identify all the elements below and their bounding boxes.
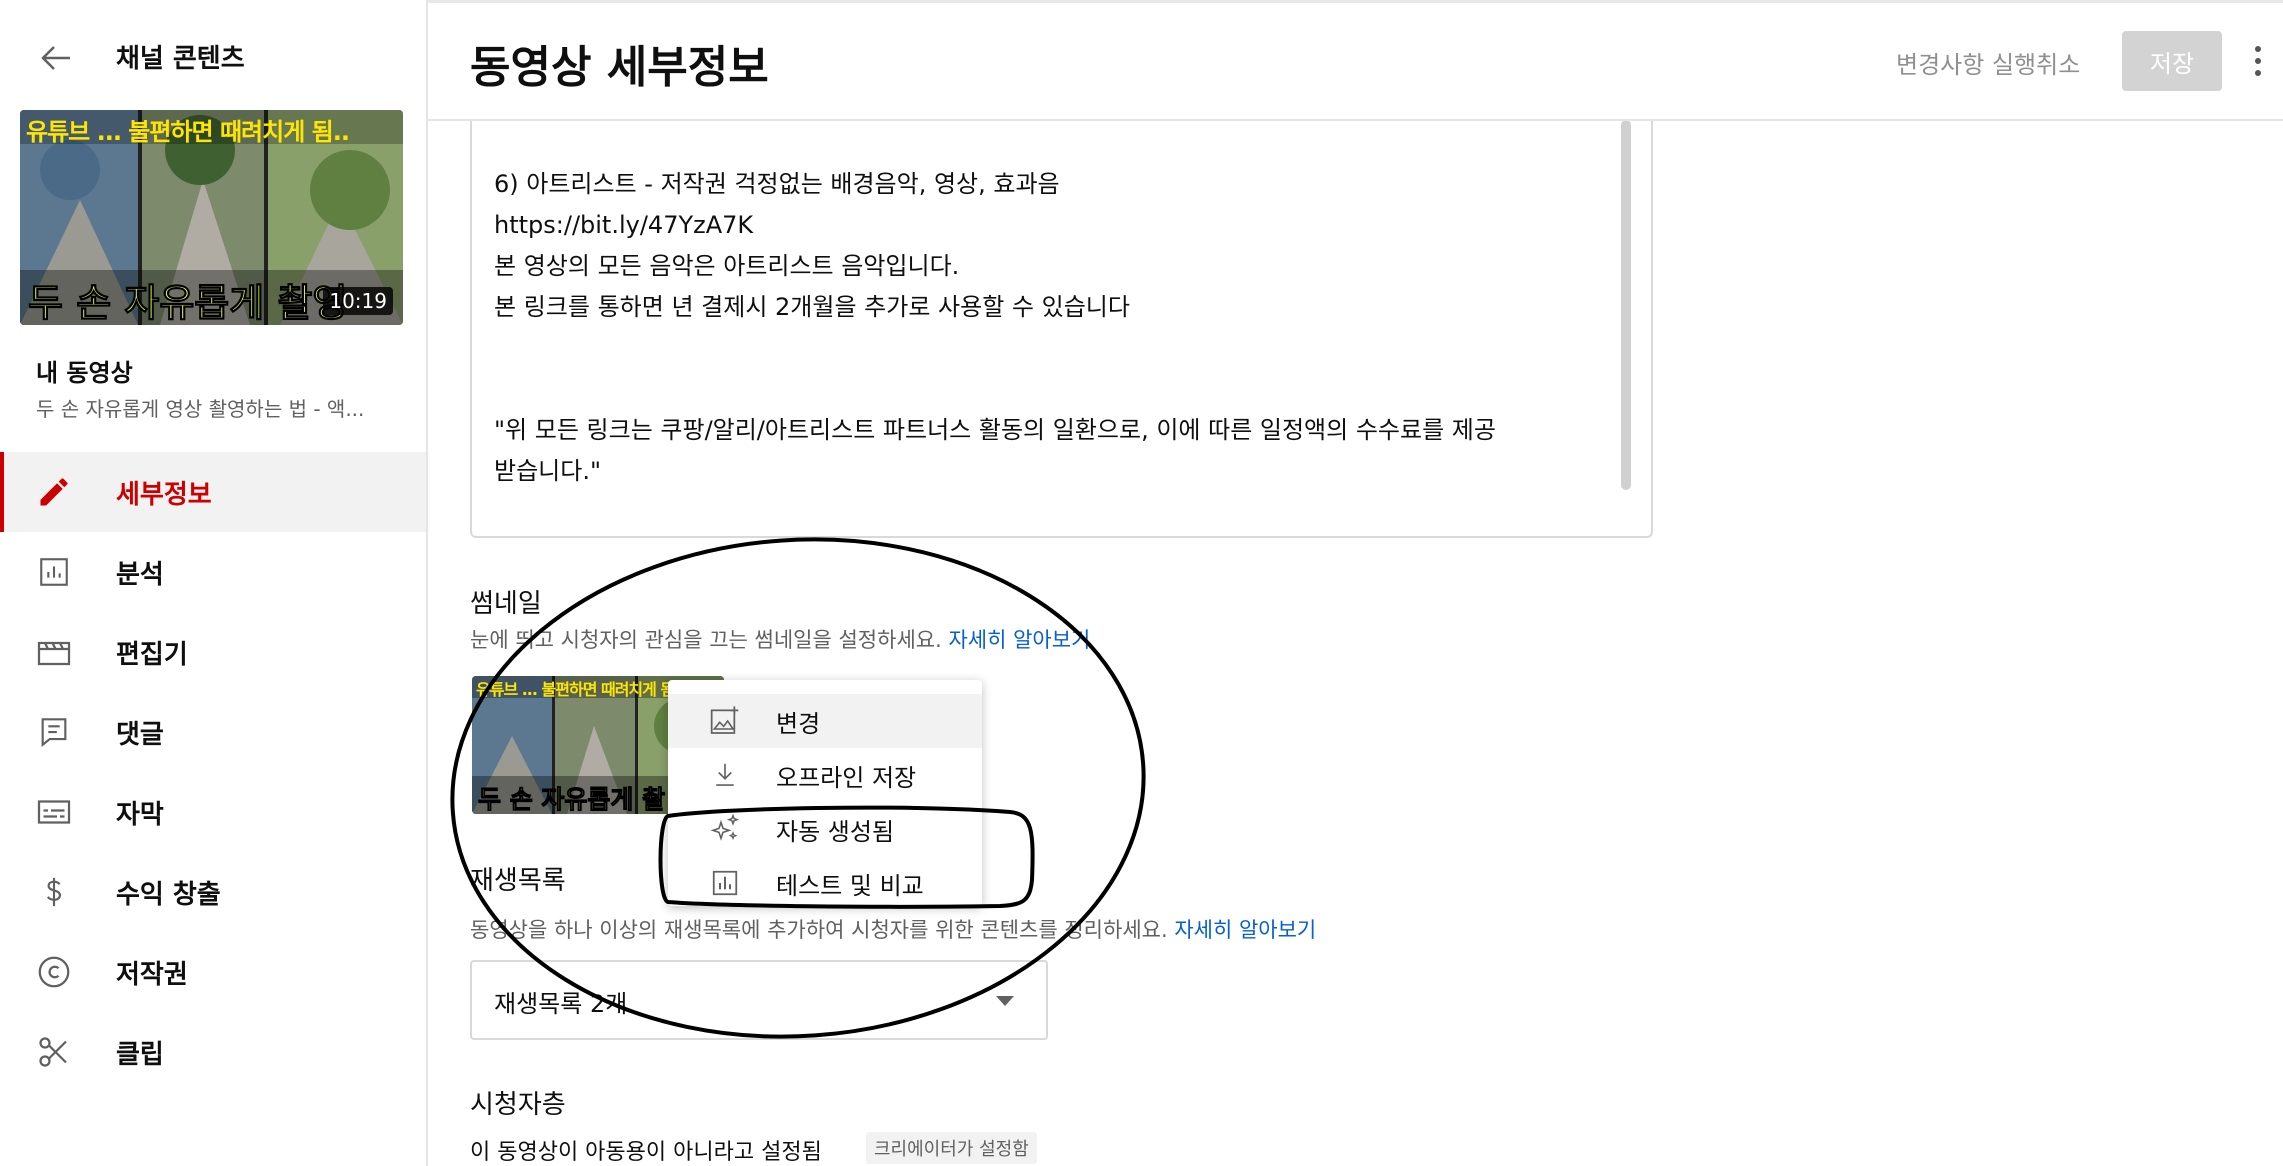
description-scrollbar[interactable] (1621, 120, 1631, 490)
sidebar-item-label: 분석 (116, 559, 164, 590)
menu-item-test-compare[interactable]: 테스트 및 비교 (668, 856, 982, 910)
playlist-select-value: 재생목록 2개 (494, 990, 628, 1018)
comment-icon (36, 714, 72, 750)
menu-item-label: 자동 생성됨 (776, 817, 895, 846)
description-box[interactable]: 6) 아트리스트 - 저작권 걱정없는 배경음악, 영상, 효과음 https:… (470, 100, 1653, 538)
creator-set-badge: 크리에이터가 설정함 (866, 1132, 1037, 1164)
dropdown-arrow-icon (996, 996, 1014, 1006)
sidebar-item-label: 자막 (116, 799, 164, 830)
sparkle-icon (708, 812, 742, 846)
audience-status: 이 동영상이 아동용이 아니라고 설정됨 (470, 1140, 822, 1165)
thumbnail-section-subtitle: 눈에 띄고 시청자의 관심을 끄는 썸네일을 설정하세요. 자세히 알아보기 (470, 624, 1090, 654)
thumbnail-section-desc: 눈에 띄고 시청자의 관심을 끄는 썸네일을 설정하세요. (470, 628, 942, 652)
thumbnail-learn-more-link[interactable]: 자세히 알아보기 (948, 628, 1090, 652)
pencil-icon (36, 474, 72, 510)
current-thumbnail-bottom-text: 두 손 자유롭게 촬 (477, 785, 666, 815)
sidebar-item-subtitles[interactable]: 자막 (0, 772, 426, 852)
menu-item-label: 변경 (776, 709, 821, 738)
sidebar-item-copyright[interactable]: 저작권 (0, 932, 426, 1012)
video-duration: 10:19 (323, 287, 393, 315)
more-options-icon[interactable] (2240, 41, 2276, 81)
menu-item-change[interactable]: 변경 (668, 694, 982, 748)
menu-item-auto-generated[interactable]: 자동 생성됨 (668, 802, 982, 856)
sidebar-item-label: 편집기 (116, 639, 188, 670)
scissors-icon (36, 1034, 72, 1070)
playlist-select[interactable]: 재생목록 2개 (470, 960, 1048, 1040)
download-icon (708, 758, 742, 792)
undo-changes-button[interactable]: 변경사항 실행취소 (1896, 45, 2080, 80)
channel-content-title[interactable]: 채널 콘텐츠 (116, 38, 245, 75)
my-video-label: 내 동영상 (36, 359, 133, 387)
playlist-section-desc: 동영상을 하나 이상의 재생목록에 추가하여 시청자를 위한 콘텐츠를 정리하세… (470, 918, 1168, 942)
menu-item-label: 테스트 및 비교 (776, 871, 924, 900)
thumbnail-section-title: 썸네일 (470, 589, 542, 619)
menu-item-download[interactable]: 오프라인 저장 (668, 748, 982, 802)
thumbnail-options-menu: 변경 오프라인 저장 자동 생성됨 테스트 및 비교 (668, 680, 982, 906)
image-add-icon (708, 704, 742, 738)
thumbnail-bottom-text: 두 손 자유롭게 촬영 (27, 281, 348, 326)
sidebar-item-label: 저작권 (116, 959, 188, 990)
dollar-icon (36, 874, 72, 910)
thumbnail-top-text: 유튜브 ... 불편하면 때려치게 됨.. (26, 118, 350, 146)
back-arrow-icon[interactable] (36, 38, 76, 78)
clapper-icon (36, 634, 72, 670)
playlist-learn-more-link[interactable]: 자세히 알아보기 (1174, 918, 1316, 942)
page-title: 동영상 세부정보 (470, 42, 769, 93)
analytics-icon (708, 866, 742, 900)
save-button[interactable]: 저장 (2122, 31, 2222, 91)
sidebar-item-label: 세부정보 (116, 479, 212, 510)
video-title: 두 손 자유롭게 영상 촬영하는 법 - 액... (36, 397, 365, 421)
sidebar-item-analytics[interactable]: 분석 (0, 532, 426, 612)
sidebar-item-monetization[interactable]: 수익 창출 (0, 852, 426, 932)
copyright-icon (36, 954, 72, 990)
subtitles-icon (36, 794, 72, 830)
sidebar-item-details[interactable]: 세부정보 (0, 452, 426, 532)
sidebar-item-clips[interactable]: 클립 (0, 1012, 426, 1092)
current-thumbnail-top-text: 유튜브 ... 불편하면 때려치게 됨 (476, 680, 675, 699)
sidebar-item-label: 수익 창출 (116, 879, 221, 910)
playlist-section-title: 재생목록 (470, 866, 566, 896)
sidebar-item-comments[interactable]: 댓글 (0, 692, 426, 772)
sidebar-item-label: 댓글 (116, 719, 164, 750)
sidebar-item-editor[interactable]: 편집기 (0, 612, 426, 692)
analytics-icon (36, 554, 72, 590)
audience-section-title: 시청자층 (470, 1090, 566, 1120)
sidebar: 채널 콘텐츠 유튜브 ... 불편하면 때려치게 됨.. 두 손 자유롭게 촬영… (0, 0, 428, 1166)
description-text[interactable]: 6) 아트리스트 - 저작권 걱정없는 배경음악, 영상, 효과음 https:… (494, 164, 1496, 492)
sidebar-item-label: 클립 (116, 1039, 164, 1070)
playlist-section-subtitle: 동영상을 하나 이상의 재생목록에 추가하여 시청자를 위한 콘텐츠를 정리하세… (470, 914, 1316, 944)
header: 동영상 세부정보 변경사항 실행취소 저장 (428, 3, 2283, 121)
video-thumbnail[interactable]: 유튜브 ... 불편하면 때려치게 됨.. 두 손 자유롭게 촬영 10:19 (20, 110, 403, 325)
menu-item-label: 오프라인 저장 (776, 763, 917, 792)
